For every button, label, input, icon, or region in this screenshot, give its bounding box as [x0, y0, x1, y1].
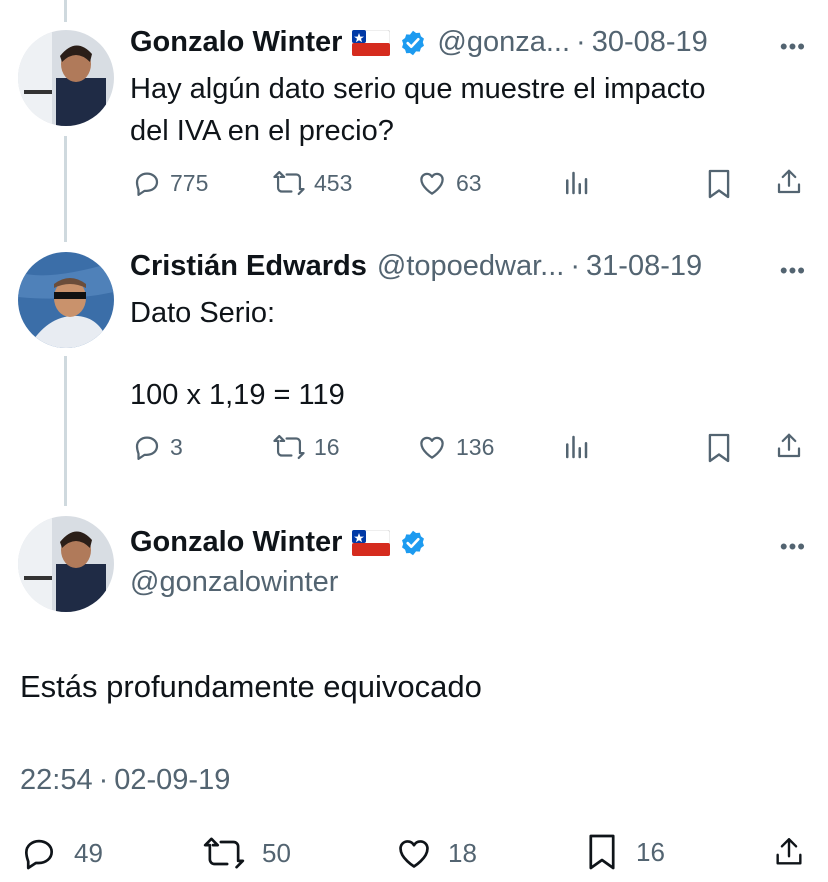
tweet-text-line-1: Dato Serio:: [130, 297, 276, 329]
reply-icon: [135, 436, 159, 460]
views-button[interactable]: [561, 168, 591, 198]
separator: ·: [570, 250, 581, 282]
reply-button[interactable]: 49: [20, 834, 103, 872]
chile-flag-icon: [352, 29, 391, 56]
retweet-icon: [203, 837, 245, 869]
tweet-text-line-2: del IVA en el precio?: [130, 115, 394, 147]
tweet-text-line-2: 100 x 1,19 = 119: [130, 379, 345, 411]
display-name[interactable]: Cristián Edwards: [130, 250, 367, 283]
views-button[interactable]: [561, 432, 591, 462]
reply-count: 49: [74, 837, 103, 868]
retweet-button[interactable]: 453: [272, 168, 352, 198]
retweet-count: 50: [262, 837, 291, 868]
display-name[interactable]: Gonzalo Winter: [130, 526, 342, 559]
retweet-count: 16: [314, 433, 340, 460]
tweet-1-header: Gonzalo Winter @gonza... · 30-08-19: [130, 26, 708, 59]
thread-line-2: [64, 356, 67, 506]
separator: ·: [576, 26, 586, 58]
bookmark-icon: [589, 834, 615, 870]
avatar[interactable]: [18, 30, 114, 126]
bookmark-count: 16: [636, 836, 665, 867]
share-icon: [776, 838, 802, 865]
retweet-button[interactable]: 50: [202, 834, 291, 872]
like-count: 18: [448, 837, 477, 868]
like-button[interactable]: 63: [416, 168, 482, 198]
heart-icon: [420, 172, 444, 195]
heart-icon: [420, 436, 444, 459]
chile-flag-icon: [352, 529, 391, 556]
reply-button[interactable]: 775: [132, 168, 208, 198]
verified-badge-icon: [402, 530, 425, 555]
bookmark-icon: [708, 433, 730, 463]
main-tweet-timestamp[interactable]: 22:54 · 02-09-19: [20, 764, 230, 797]
bookmark-button[interactable]: 16: [586, 832, 665, 872]
share-icon: [777, 433, 801, 458]
retweet-icon: [273, 170, 305, 196]
reply-count: 3: [170, 433, 183, 460]
share-button[interactable]: [772, 832, 806, 872]
reply-count: 775: [170, 169, 209, 196]
retweet-count: 453: [314, 169, 353, 196]
more-options-icon[interactable]: •••: [780, 258, 806, 284]
share-button[interactable]: [774, 166, 804, 198]
like-button[interactable]: 136: [416, 432, 494, 462]
thread-line-1: [64, 136, 67, 242]
main-tweet-header: Gonzalo Winter: [130, 526, 427, 559]
views-icon: [566, 171, 588, 195]
tweet-2-header: Cristián Edwards @topoedwar... · 31-08-1…: [130, 250, 702, 283]
verified-badge-icon: [402, 30, 425, 55]
like-count: 63: [456, 169, 482, 196]
avatar[interactable]: [18, 516, 114, 612]
main-tweet-text: Estás profundamente equivocado: [20, 669, 482, 704]
like-button[interactable]: 18: [394, 834, 477, 872]
share-button[interactable]: [774, 430, 804, 462]
bookmark-button[interactable]: [706, 432, 732, 464]
more-options-icon[interactable]: •••: [780, 534, 806, 560]
bookmark-icon: [708, 169, 730, 199]
reply-icon: [135, 172, 159, 196]
views-icon: [566, 435, 588, 459]
thread-line-top: [64, 0, 67, 22]
like-count: 136: [456, 433, 495, 460]
tweet-date[interactable]: 31-08-19: [586, 250, 702, 283]
retweet-button[interactable]: 16: [272, 432, 340, 462]
display-name[interactable]: Gonzalo Winter: [130, 26, 342, 59]
handle[interactable]: @topoedwar...: [377, 250, 564, 283]
reply-icon: [24, 839, 54, 870]
heart-icon: [399, 840, 429, 868]
share-icon: [777, 169, 801, 194]
handle[interactable]: @gonzalowinter: [130, 566, 338, 599]
tweet-date[interactable]: 30-08-19: [592, 26, 708, 59]
retweet-icon: [273, 434, 305, 460]
reply-button[interactable]: 3: [132, 432, 183, 462]
tweet-text-line-1: Hay algún dato serio que muestre el impa…: [130, 73, 706, 105]
bookmark-button[interactable]: [706, 168, 732, 200]
separator: ·: [98, 764, 109, 796]
more-options-icon[interactable]: •••: [780, 34, 806, 60]
tweet-time: 22:54: [20, 764, 93, 796]
avatar[interactable]: [18, 252, 114, 348]
handle[interactable]: @gonza...: [437, 26, 570, 59]
tweet-date: 02-09-19: [114, 764, 231, 796]
